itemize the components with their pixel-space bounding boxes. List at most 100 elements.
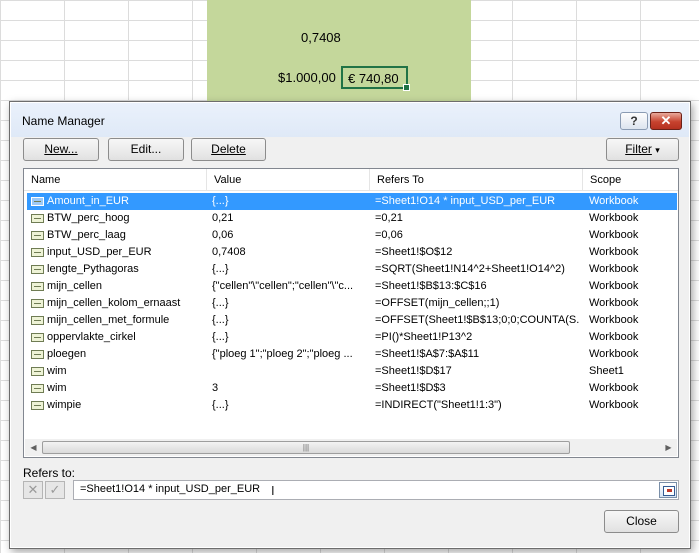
cell-refers-to: =Sheet1!$A$7:$A$11 (375, 348, 480, 360)
named-range-icon (31, 333, 44, 342)
cell-refers-to: =INDIRECT("Sheet1!1:3") (375, 399, 502, 411)
cell-scope: Workbook (589, 280, 639, 292)
named-range-icon (31, 350, 44, 359)
confirm-edit-icon[interactable]: ✓ (45, 481, 65, 499)
cell-scope: Workbook (589, 382, 639, 394)
list-item[interactable]: wim 3 =Sheet1!$D$3 Workbook (27, 380, 677, 397)
cell-value: 0,21 (212, 212, 234, 224)
scroll-right-icon[interactable]: ▶ (660, 439, 677, 456)
cell-scope: Workbook (589, 297, 639, 309)
cell-scope: Workbook (589, 399, 639, 411)
list-item[interactable]: Amount_in_EUR {...} =Sheet1!O14 * input_US… (27, 193, 677, 210)
scroll-left-icon[interactable]: ◀ (25, 439, 42, 456)
cell-name: BTW_perc_laag (47, 229, 126, 241)
cell-name: Amount_in_EUR (47, 195, 129, 207)
list-item[interactable]: BTW_perc_laag 0,06 =0,06 Workbook (27, 227, 677, 244)
sheet-active-cell[interactable]: € 740,80 (341, 66, 410, 91)
cell-refers-to: =Sheet1!$B$13:$C$16 (375, 280, 487, 292)
cell-value: {...} (212, 297, 229, 309)
collapse-dialog-icon[interactable] (659, 482, 677, 498)
edit-button[interactable]: Edit... (108, 138, 184, 161)
refers-to-field[interactable]: =Sheet1!O14 * input_USD_per_EUR I (73, 480, 679, 500)
cell-refers-to: =Sheet1!$O$12 (375, 246, 453, 258)
refers-to-label: Refers to: (23, 466, 76, 480)
cell-scope: Workbook (589, 195, 639, 207)
cell-scope: Workbook (589, 229, 639, 241)
cell-refers-to: =OFFSET(mijn_cellen;;1) (375, 297, 500, 309)
cancel-edit-icon[interactable]: ✕ (23, 481, 43, 499)
cell-value: {...} (212, 399, 229, 411)
filter-button[interactable]: Filter ▾ (606, 138, 679, 161)
cell-value: {"cellen"\"cellen";"cellen"\"c... (212, 280, 354, 292)
cell-name: wimpie (47, 399, 82, 411)
column-header-name[interactable]: Name (24, 169, 207, 191)
cell-scope: Workbook (589, 348, 639, 360)
list-item[interactable]: mijn_cellen_met_formule {...} =OFFSET(Shee… (27, 312, 677, 329)
sheet-cell-rate[interactable]: 0,7408 (301, 30, 341, 45)
cell-value: {...} (212, 331, 229, 343)
list-item[interactable]: input_USD_per_EUR 0,7408 =Sheet1!$O$12 Work… (27, 244, 677, 261)
named-range-icon (31, 316, 44, 325)
delete-button[interactable]: Delete (191, 138, 266, 161)
cell-name: mijn_cellen_kolom_ernaast (47, 297, 181, 309)
named-range-icon (31, 401, 44, 410)
cell-scope: Workbook (589, 331, 639, 343)
refers-to-value: =Sheet1!O14 * input_USD_per_EUR (80, 483, 261, 495)
grip-icon: ||| (302, 443, 310, 452)
cell-refers-to: =Sheet1!$D$17 (375, 365, 452, 377)
sheet-cell-usd[interactable]: $1.000,00 (278, 70, 336, 85)
named-range-icon (31, 265, 44, 274)
dialog-title: Name Manager (22, 114, 105, 128)
cell-scope: Workbook (589, 246, 639, 258)
cell-name: wim (47, 382, 67, 394)
names-list[interactable]: Name Value Refers To Scope Amount_in_EUR… (23, 168, 679, 458)
cell-value: {"ploeg 1";"ploeg 2";"ploeg ... (212, 348, 353, 360)
list-item[interactable]: wimpie {...} =INDIRECT("Sheet1!1:3") Workbo… (27, 397, 677, 414)
cell-scope: Workbook (589, 314, 639, 326)
close-window-button[interactable]: ✕ (650, 112, 682, 130)
cell-refers-to: =Sheet1!$D$3 (375, 382, 446, 394)
sheet-green-range (207, 0, 471, 102)
column-header-value[interactable]: Value (207, 169, 370, 191)
chevron-down-icon: ▾ (655, 145, 660, 155)
cell-name: wim (47, 365, 67, 377)
horizontal-scrollbar[interactable]: ◀ ||| ▶ (25, 439, 677, 456)
cell-name: ploegen (47, 348, 87, 360)
cell-name: BTW_perc_hoog (47, 212, 130, 224)
list-item[interactable]: ploegen {"ploeg 1";"ploeg 2";"ploeg ... =S… (27, 346, 677, 363)
text-cursor-icon: I (271, 483, 275, 498)
cell-name: input_USD_per_EUR (47, 246, 152, 258)
column-header-scope[interactable]: Scope (583, 169, 678, 191)
named-range-icon (31, 197, 44, 206)
named-range-icon (31, 282, 44, 291)
close-button[interactable]: Close (604, 510, 679, 533)
new-button[interactable]: New... (23, 138, 99, 161)
help-button[interactable]: ? (620, 112, 648, 130)
cell-refers-to: =0,21 (375, 212, 403, 224)
cell-value: 0,06 (212, 229, 234, 241)
list-item[interactable]: wim =Sheet1!$D$17 Sheet1 (27, 363, 677, 380)
dialog-titlebar[interactable]: Name Manager ? ✕ (11, 103, 689, 137)
list-item[interactable]: mijn_cellen_kolom_ernaast {...} =OFFSET(mi… (27, 295, 677, 312)
named-range-icon (31, 248, 44, 257)
cell-name: mijn_cellen_met_formule (47, 314, 170, 326)
cell-scope: Workbook (589, 263, 639, 275)
named-range-icon (31, 299, 44, 308)
cell-name: oppervlakte_cirkel (47, 331, 136, 343)
cell-name: mijn_cellen (47, 280, 103, 292)
cell-value: 3 (212, 382, 219, 394)
cell-refers-to: =0,06 (375, 229, 403, 241)
list-item[interactable]: lengte_Pythagoras {...} =SQRT(Sheet1!N14^2… (27, 261, 677, 278)
named-range-icon (31, 384, 44, 393)
list-item[interactable]: BTW_perc_hoog 0,21 =0,21 Workbook (27, 210, 677, 227)
cell-refers-to: =OFFSET(Sheet1!$B$13;0;0;COUNTA(S... (375, 314, 580, 326)
named-range-icon (31, 231, 44, 240)
named-range-icon (31, 214, 44, 223)
list-item[interactable]: mijn_cellen {"cellen"\"cellen";"cellen"\"… (27, 278, 677, 295)
cell-value: {...} (212, 195, 229, 207)
list-item[interactable]: oppervlakte_cirkel {...} =PI()*Sheet1!P13^… (27, 329, 677, 346)
cell-value: {...} (212, 263, 229, 275)
cell-value: {...} (212, 314, 229, 326)
column-header-refers-to[interactable]: Refers To (370, 169, 583, 191)
scroll-thumb[interactable]: ||| (42, 441, 570, 454)
